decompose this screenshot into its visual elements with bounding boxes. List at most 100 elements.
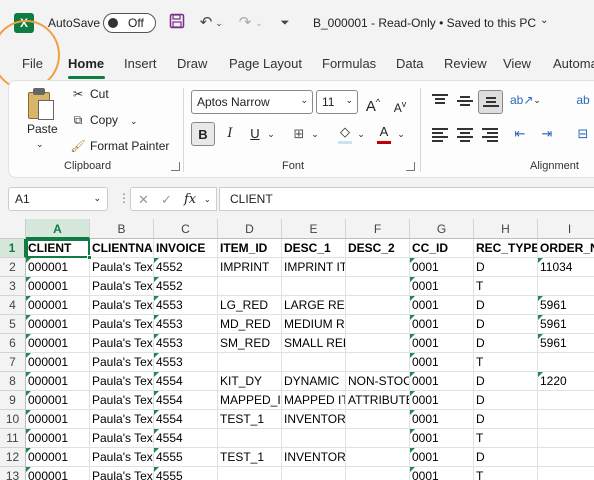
save-icon[interactable]: [168, 13, 186, 33]
formula-bar-grip-icon[interactable]: ⋮: [118, 191, 130, 205]
row-header-7[interactable]: 7: [0, 353, 26, 372]
cell-b5[interactable]: Paula's Texas: [90, 315, 154, 334]
customize-qat-icon[interactable]: ⏷: [276, 13, 294, 33]
cell-d10[interactable]: TEST_1: [218, 410, 282, 429]
font-size-select[interactable]: 11 ⌄: [316, 90, 358, 114]
tab-draw[interactable]: Draw: [177, 56, 207, 71]
cell-g9[interactable]: 0001: [410, 391, 474, 410]
paste-icon[interactable]: [28, 88, 56, 120]
cell-b4[interactable]: Paula's Texas: [90, 296, 154, 315]
cell-a11[interactable]: 000001: [26, 429, 90, 448]
cell-e2[interactable]: IMPRINT ITEM: [282, 258, 346, 277]
cell-e13[interactable]: [282, 467, 346, 480]
cell-c8[interactable]: 4554: [154, 372, 218, 391]
cell-b7[interactable]: Paula's Texas: [90, 353, 154, 372]
cell-a9[interactable]: 000001: [26, 391, 90, 410]
row-header-6[interactable]: 6: [0, 334, 26, 353]
wrap-text-icon[interactable]: ab: [572, 88, 594, 112]
cell-e6[interactable]: SMALL RED: [282, 334, 346, 353]
cell-e3[interactable]: [282, 277, 346, 296]
cell-c10[interactable]: 4554: [154, 410, 218, 429]
cell-f4[interactable]: [346, 296, 410, 315]
cell-e10[interactable]: INVENTORY: [282, 410, 346, 429]
cell-d4[interactable]: LG_RED: [218, 296, 282, 315]
cell-e8[interactable]: DYNAMIC: [282, 372, 346, 391]
align-left-icon[interactable]: [432, 128, 448, 142]
cell-g13[interactable]: 0001: [410, 467, 474, 480]
cell-h13[interactable]: T: [474, 467, 538, 480]
cell-i12[interactable]: [538, 448, 594, 467]
shrink-font-icon[interactable]: Av: [391, 92, 409, 116]
cell-f5[interactable]: [346, 315, 410, 334]
font-color-icon[interactable]: A: [375, 122, 393, 146]
cell-h6[interactable]: D: [474, 334, 538, 353]
tab-formulas[interactable]: Formulas: [322, 56, 376, 71]
undo-dropdown-icon[interactable]: ⌄: [214, 13, 224, 33]
cell-h10[interactable]: D: [474, 410, 538, 429]
cell-b9[interactable]: Paula's Texas: [90, 391, 154, 410]
cell-e5[interactable]: MEDIUM RED: [282, 315, 346, 334]
cell-d6[interactable]: SM_RED: [218, 334, 282, 353]
orientation-dropdown-icon[interactable]: ⌄: [532, 88, 542, 112]
cell-g6[interactable]: 0001: [410, 334, 474, 353]
cell-f1[interactable]: DESC_2: [346, 239, 410, 258]
tab-page-layout[interactable]: Page Layout: [229, 56, 302, 71]
worksheet-grid[interactable]: ABCDEFGHI1CLIENTCLIENTNAMEINVOICEITEM_ID…: [0, 219, 594, 480]
cut-button[interactable]: ✂ Cut: [70, 87, 109, 101]
row-header-3[interactable]: 3: [0, 277, 26, 296]
cell-d13[interactable]: [218, 467, 282, 480]
name-box[interactable]: A1 ⌄: [8, 187, 108, 211]
increase-indent-icon[interactable]: ⇥: [538, 122, 556, 146]
cell-c6[interactable]: 4553: [154, 334, 218, 353]
orientation-icon[interactable]: ab↗: [510, 88, 533, 112]
cell-d2[interactable]: IMPRINT: [218, 258, 282, 277]
document-title[interactable]: B_000001 - Read-Only • Saved to this PC: [313, 16, 536, 30]
column-header-g[interactable]: G: [410, 219, 474, 239]
cell-f8[interactable]: NON-STOCK: [346, 372, 410, 391]
cell-g12[interactable]: 0001: [410, 448, 474, 467]
cell-a7[interactable]: 000001: [26, 353, 90, 372]
tab-home[interactable]: Home: [68, 56, 104, 71]
cell-i13[interactable]: [538, 467, 594, 480]
cell-g7[interactable]: 0001: [410, 353, 474, 372]
cell-b8[interactable]: Paula's Texas: [90, 372, 154, 391]
cell-g5[interactable]: 0001: [410, 315, 474, 334]
borders-icon[interactable]: ⊞: [290, 122, 308, 146]
cell-g10[interactable]: 0001: [410, 410, 474, 429]
tab-review[interactable]: Review: [444, 56, 487, 71]
cell-h5[interactable]: D: [474, 315, 538, 334]
align-bottom-button[interactable]: [478, 90, 503, 114]
cell-a10[interactable]: 000001: [26, 410, 90, 429]
cell-c12[interactable]: 4555: [154, 448, 218, 467]
cell-i8[interactable]: 1220: [538, 372, 594, 391]
column-header-c[interactable]: C: [154, 219, 218, 239]
select-all-corner[interactable]: [0, 219, 26, 239]
cell-e11[interactable]: [282, 429, 346, 448]
cell-d1[interactable]: ITEM_ID: [218, 239, 282, 258]
cell-h11[interactable]: T: [474, 429, 538, 448]
row-header-10[interactable]: 10: [0, 410, 26, 429]
underline-button[interactable]: U: [246, 122, 264, 146]
cell-f13[interactable]: [346, 467, 410, 480]
cell-c2[interactable]: 4552: [154, 258, 218, 277]
cell-f10[interactable]: [346, 410, 410, 429]
cell-a3[interactable]: 000001: [26, 277, 90, 296]
align-top-icon[interactable]: [432, 94, 448, 108]
font-launcher-icon[interactable]: [406, 162, 415, 171]
align-center-icon[interactable]: [457, 128, 473, 142]
column-header-d[interactable]: D: [218, 219, 282, 239]
cell-i5[interactable]: 5961: [538, 315, 594, 334]
cell-a12[interactable]: 000001: [26, 448, 90, 467]
cell-a1[interactable]: CLIENT: [26, 239, 90, 258]
cell-e7[interactable]: [282, 353, 346, 372]
cell-f11[interactable]: [346, 429, 410, 448]
column-header-b[interactable]: B: [90, 219, 154, 239]
italic-button[interactable]: I: [221, 122, 239, 146]
cancel-icon[interactable]: ✕: [138, 192, 149, 208]
redo-icon[interactable]: ↷: [236, 13, 254, 33]
undo-icon[interactable]: ↶: [197, 13, 215, 33]
tab-insert[interactable]: Insert: [124, 56, 157, 71]
cell-i11[interactable]: [538, 429, 594, 448]
cell-g2[interactable]: 0001: [410, 258, 474, 277]
column-header-h[interactable]: H: [474, 219, 538, 239]
